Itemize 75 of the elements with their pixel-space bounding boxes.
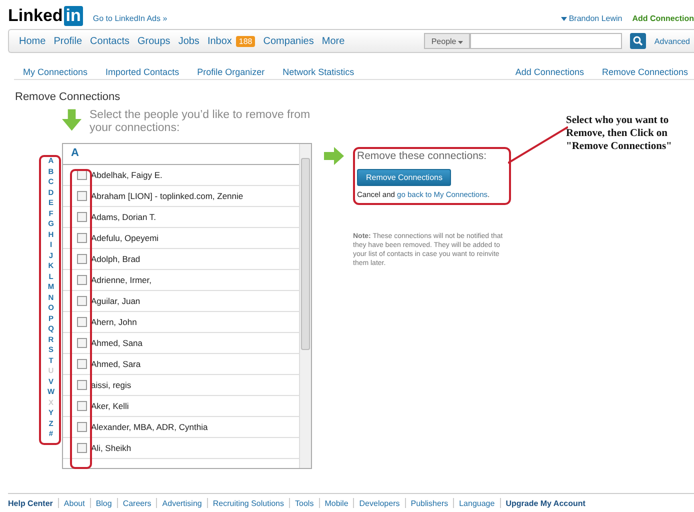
checkbox[interactable] [77, 317, 87, 327]
checkbox[interactable] [77, 191, 87, 201]
footer-link[interactable]: Developers [359, 498, 400, 508]
footer-link[interactable]: Advertising [162, 498, 202, 508]
subnav-tab[interactable]: Remove Connections [602, 67, 688, 77]
connection-name: Ahmed, Sara [91, 359, 141, 369]
scrollbar-thumb[interactable] [301, 158, 310, 350]
nav-item[interactable]: Groups [138, 36, 170, 46]
footer-link[interactable]: Tools [295, 498, 314, 508]
caret-icon [458, 40, 464, 44]
connection-name: Adolph, Brad [91, 254, 140, 264]
connection-name: Adefulu, Opeyemi [91, 233, 159, 243]
footer-link[interactable]: Upgrade My Account [506, 498, 586, 508]
nav-item[interactable]: Home [19, 36, 46, 46]
checkbox[interactable] [77, 296, 87, 306]
nav-item[interactable]: More [322, 36, 345, 46]
logo[interactable]: Linked in [8, 6, 83, 26]
nav-item[interactable]: Jobs [178, 36, 200, 46]
checkbox[interactable] [77, 338, 87, 348]
checkbox[interactable] [77, 401, 87, 411]
subnav-tab[interactable]: Network Statistics [282, 67, 354, 77]
checkbox[interactable] [77, 422, 87, 432]
footer-link[interactable]: Recruiting Solutions [212, 498, 284, 508]
connection-name: Adrienne, Irmer, [91, 275, 152, 285]
search-icon [633, 36, 644, 46]
instruction-text: Select the people you’d like to remove from your connections: [90, 109, 312, 135]
scrollbar[interactable] [299, 144, 311, 468]
search-field[interactable] [470, 33, 622, 49]
footer-link[interactable]: Help Center [8, 498, 53, 508]
checkbox[interactable] [77, 212, 87, 222]
checkbox[interactable] [77, 233, 87, 243]
connection-name: Alexander, MBA, ADR, Cynthia [91, 422, 208, 432]
inbox-count-badge: 188 [236, 36, 256, 46]
connection-name: aissi, regis [91, 380, 132, 390]
connection-name: Adams, Dorian T. [91, 212, 156, 222]
checkbox[interactable] [77, 380, 87, 390]
checkbox[interactable] [77, 254, 87, 264]
annotation-text: Select who you want to Remove, then Click on "Remove Connections" [566, 114, 673, 153]
user-menu[interactable]: Brandon Lewin [560, 14, 622, 23]
checkbox[interactable] [77, 170, 87, 180]
search-scope-dropdown[interactable]: People [424, 33, 470, 49]
nav-item[interactable]: Profile [54, 36, 82, 46]
nav-item[interactable]: Companies [263, 36, 314, 46]
caret-icon [560, 17, 567, 21]
ads-link[interactable]: Go to LinkedIn Ads » [92, 14, 168, 23]
subnav-tab[interactable]: Imported Contacts [106, 67, 180, 77]
subnav-tab[interactable]: Add Connections [515, 67, 584, 77]
connection-name: Aker, Kelli [91, 401, 129, 411]
subnav-tab[interactable]: Profile Organizer [197, 67, 265, 77]
search-button[interactable] [630, 33, 646, 49]
advanced-search-link[interactable]: Advanced [654, 36, 694, 46]
list-section-heading: A [63, 144, 299, 165]
right-arrow-icon [324, 147, 344, 165]
page-title: Remove Connections [15, 91, 122, 103]
remove-connections-button[interactable]: Remove Connections [357, 169, 452, 186]
connection-name: Abdelhak, Faigy E. [91, 170, 162, 180]
add-connections-link[interactable]: Add Connection [632, 14, 694, 23]
checkbox[interactable] [77, 443, 87, 453]
checkbox[interactable] [77, 275, 87, 285]
footer-link[interactable]: About [64, 498, 85, 508]
footer-link[interactable]: Careers [122, 498, 152, 508]
footer-link[interactable]: Publishers [410, 498, 448, 508]
checkbox[interactable] [77, 359, 87, 369]
connection-name: Ahern, John [91, 317, 137, 327]
footer-link[interactable]: Blog [96, 498, 112, 508]
connection-name: Aguilar, Juan [91, 296, 140, 306]
footer-link[interactable]: Language [459, 498, 495, 508]
footer-link[interactable]: Mobile [324, 498, 348, 508]
panel-title: Remove these connections: [357, 150, 488, 162]
down-arrow-icon [62, 109, 82, 131]
connection-name: Ahmed, Sana [91, 338, 143, 348]
nav-item[interactable]: Inbox [207, 36, 232, 46]
subnav-tab[interactable]: My Connections [23, 67, 88, 77]
nav-item[interactable]: Contacts [90, 36, 130, 46]
connection-name: Abraham [LION] - toplinked.com, Zennie [91, 191, 244, 201]
